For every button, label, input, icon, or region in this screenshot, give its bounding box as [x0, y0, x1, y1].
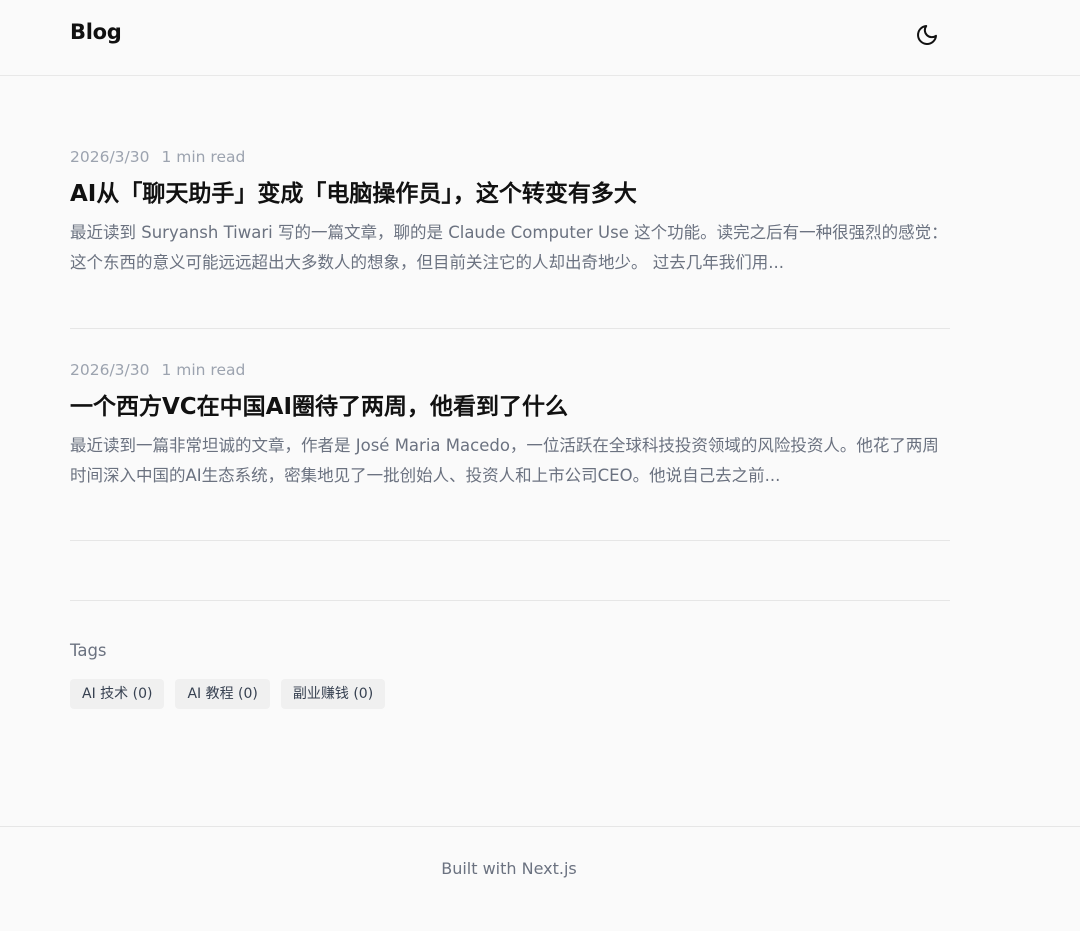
post-excerpt: 最近读到 Suryansh Tiwari 写的一篇文章，聊的是 Claude C… — [70, 223, 948, 272]
page: Blog 2026/3/30 1 min read AI从「聊天助手」变成「电脑操… — [0, 0, 1080, 931]
post-title-link[interactable]: 一个西方VC在中国AI圈待了两周，他看到了什么 — [70, 387, 568, 421]
post-meta: 2026/3/30 1 min read — [70, 148, 245, 166]
post-meta: 2026/3/30 1 min read — [70, 361, 245, 379]
post-item: 2026/3/30 1 min read AI从「聊天助手」变成「电脑操作员」，这… — [70, 148, 950, 329]
footer-text: Built with Next.js — [441, 859, 577, 878]
site-footer: Built with Next.js — [0, 826, 1080, 931]
tag-ai-tech[interactable]: AI 技术 (0) — [70, 679, 165, 709]
post-title-link[interactable]: AI从「聊天助手」变成「电脑操作员」，这个转变有多大 — [70, 174, 637, 208]
tags-section: Tags AI 技术 (0) AI 教程 (0) 副业赚钱 (0) — [70, 600, 950, 709]
theme-toggle-button[interactable] — [911, 19, 943, 51]
post-read-time: 1 min read — [161, 148, 246, 166]
post-read-time: 1 min read — [161, 361, 246, 379]
moon-icon — [917, 25, 937, 45]
site-logo[interactable]: Blog — [70, 20, 122, 44]
tag-ai-tutorial[interactable]: AI 教程 (0) — [175, 679, 270, 709]
site-header: Blog — [0, 0, 1080, 76]
tags-heading: Tags — [70, 641, 107, 660]
post-item: 2026/3/30 1 min read 一个西方VC在中国AI圈待了两周，他看到… — [70, 361, 950, 541]
post-date: 2026/3/30 — [70, 148, 150, 166]
post-excerpt: 最近读到一篇非常坦诚的文章，作者是 José Maria Macedo，一位活跃… — [70, 436, 939, 485]
post-date: 2026/3/30 — [70, 361, 150, 379]
tag-list: AI 技术 (0) AI 教程 (0) 副业赚钱 (0) — [70, 679, 386, 709]
tag-side-income[interactable]: 副业赚钱 (0) — [280, 679, 386, 709]
